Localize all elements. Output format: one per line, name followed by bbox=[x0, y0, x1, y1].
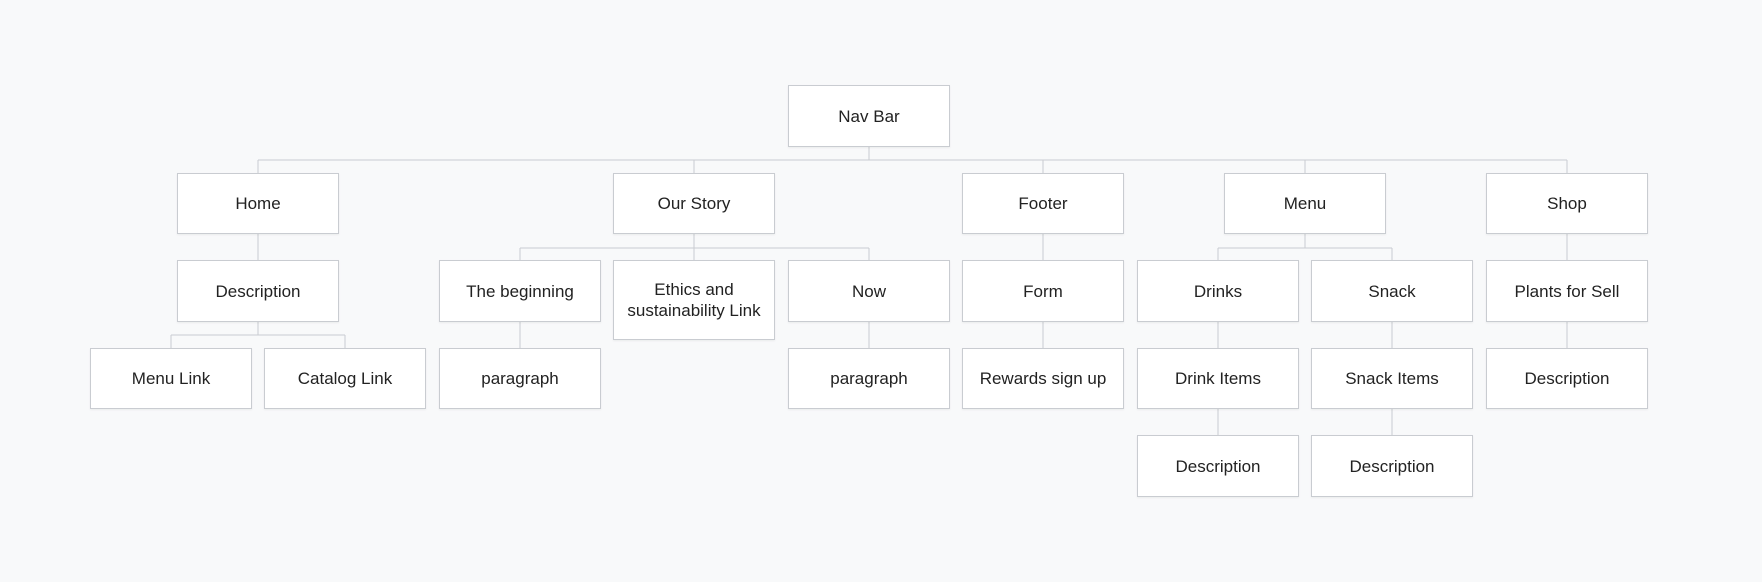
connector-navbar-children bbox=[257, 147, 1568, 173]
node-our-story[interactable]: Our Story bbox=[613, 173, 775, 234]
node-menu[interactable]: Menu bbox=[1224, 173, 1386, 234]
node-snack-description[interactable]: Description bbox=[1311, 435, 1473, 497]
node-home-description[interactable]: Description bbox=[177, 260, 339, 322]
connector-description-links bbox=[170, 322, 346, 348]
connector-ourstory-children bbox=[519, 234, 870, 260]
node-shop-description[interactable]: Description bbox=[1486, 348, 1648, 409]
node-menu-link[interactable]: Menu Link bbox=[90, 348, 252, 409]
node-home[interactable]: Home bbox=[177, 173, 339, 234]
node-now[interactable]: Now bbox=[788, 260, 950, 322]
node-catalog-link[interactable]: Catalog Link bbox=[264, 348, 426, 409]
connector-menu-children bbox=[1217, 234, 1393, 260]
node-form[interactable]: Form bbox=[962, 260, 1124, 322]
node-beginning-paragraph[interactable]: paragraph bbox=[439, 348, 601, 409]
node-snack[interactable]: Snack bbox=[1311, 260, 1473, 322]
node-nav-bar[interactable]: Nav Bar bbox=[788, 85, 950, 147]
node-rewards-sign-up[interactable]: Rewards sign up bbox=[962, 348, 1124, 409]
node-drink-description[interactable]: Description bbox=[1137, 435, 1299, 497]
node-footer[interactable]: Footer bbox=[962, 173, 1124, 234]
node-drink-items[interactable]: Drink Items bbox=[1137, 348, 1299, 409]
node-now-paragraph[interactable]: paragraph bbox=[788, 348, 950, 409]
sitemap-diagram: Nav Bar Home Our Story Footer Menu Shop … bbox=[0, 0, 1762, 582]
node-the-beginning[interactable]: The beginning bbox=[439, 260, 601, 322]
node-plants-for-sell[interactable]: Plants for Sell bbox=[1486, 260, 1648, 322]
node-shop[interactable]: Shop bbox=[1486, 173, 1648, 234]
node-snack-items[interactable]: Snack Items bbox=[1311, 348, 1473, 409]
node-ethics-link[interactable]: Ethics and sustainability Link bbox=[613, 260, 775, 340]
node-drinks[interactable]: Drinks bbox=[1137, 260, 1299, 322]
